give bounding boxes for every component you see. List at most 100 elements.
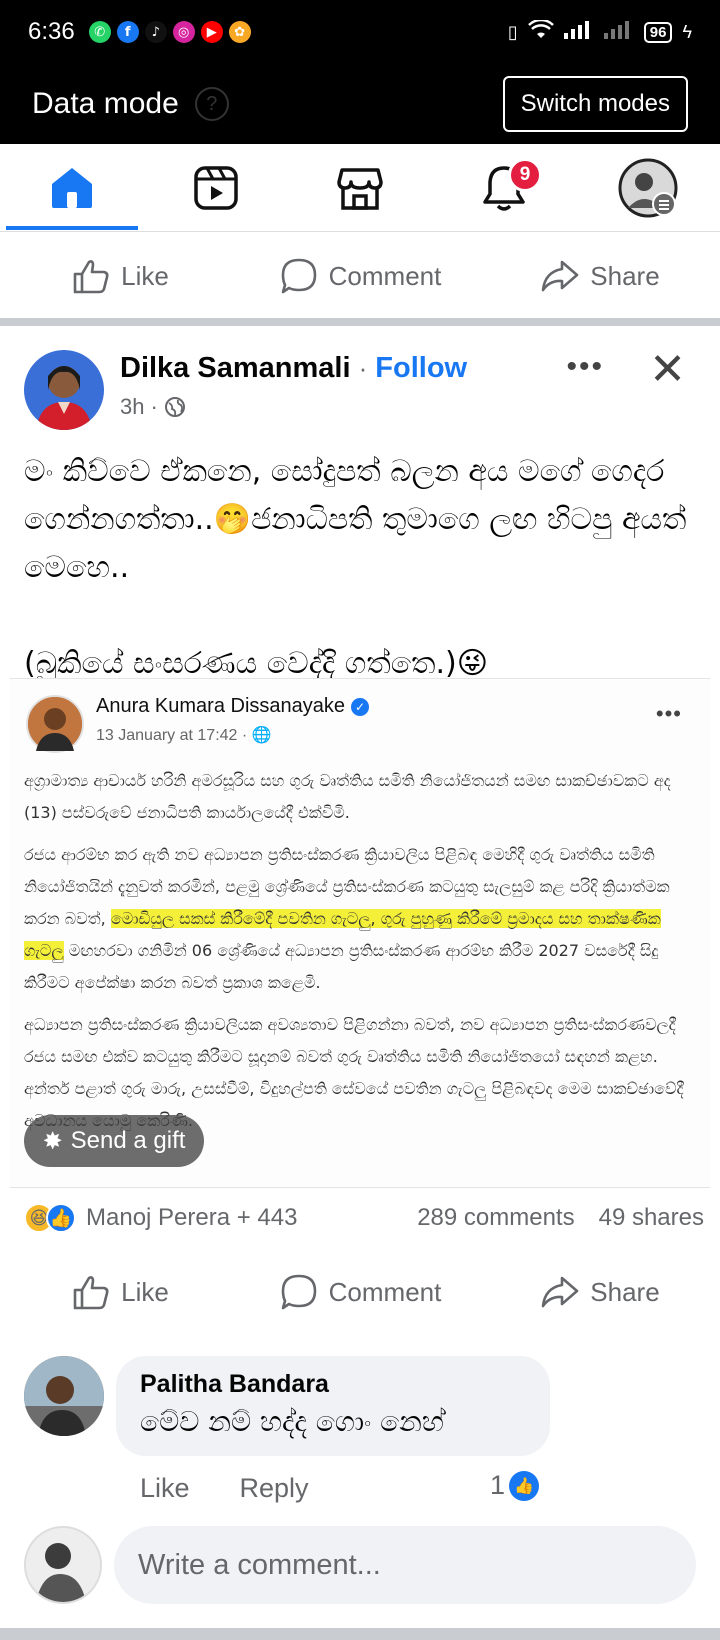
nav-profile-menu[interactable]	[618, 158, 678, 218]
share-icon	[541, 260, 579, 292]
share-button[interactable]: Share	[480, 1272, 720, 1312]
shared-more-icon: •••	[655, 701, 682, 726]
video-icon	[194, 166, 238, 210]
facebook-icon: f	[116, 21, 139, 43]
comment-actions: Like Reply	[140, 1466, 540, 1510]
post-body: මං කිව්වෙ ඒකනෙ, සෝදුපත් බලන අය මගේ ගෙදර …	[24, 448, 704, 688]
share-label: Share	[590, 260, 660, 291]
my-avatar	[24, 1526, 102, 1604]
signal-icon	[563, 20, 594, 44]
reaction-names: Manoj Perera + 443	[86, 1204, 298, 1231]
shared-post-body: අග්‍රාමාත්‍ය ආචාර්ය හරිනි අමරසූරිය සහ ගු…	[24, 765, 700, 1147]
thumbs-up-icon	[73, 260, 109, 294]
share-button-top[interactable]: Share	[480, 256, 720, 296]
comment-button-top[interactable]: Comment	[240, 256, 480, 296]
post-action-bar: Like Comment Share	[0, 1252, 720, 1332]
app-icon: ✿	[228, 21, 251, 43]
post-author-name[interactable]: Dilka Samanmali	[120, 352, 351, 384]
status-bar: 6:36 ✆ f ♪ ◎ ▶ ✿ ▯ 96 ϟ	[0, 0, 720, 64]
comment-like-count[interactable]: 1 👍	[490, 1470, 540, 1501]
notification-badge: 9	[508, 158, 542, 192]
signal-icon-2	[603, 20, 634, 44]
comment-label: Comment	[328, 1276, 442, 1307]
globe-icon	[164, 397, 185, 417]
instagram-icon: ◎	[172, 21, 195, 43]
comment-label: Comment	[328, 260, 442, 291]
share-icon	[541, 1276, 579, 1308]
charging-icon: ϟ	[682, 21, 692, 42]
close-icon[interactable]: ✕	[649, 344, 686, 395]
data-mode-bar: Data mode ? Switch modes	[0, 64, 720, 144]
switch-modes-button[interactable]: Switch modes	[502, 76, 688, 132]
shared-author-avatar	[26, 695, 84, 753]
shared-post-image[interactable]: Anura Kumara Dissanayake ✓ 13 January at…	[10, 678, 710, 1188]
vibrate-icon: ▯	[507, 21, 518, 42]
write-comment-input[interactable]	[114, 1526, 696, 1604]
comment-icon	[281, 1274, 316, 1310]
thumbs-up-icon: 👍	[509, 1470, 540, 1501]
meta-separator: ·	[150, 394, 158, 419]
feed-divider	[0, 318, 720, 326]
comment-like-button[interactable]: Like	[140, 1473, 190, 1504]
shared-post-time: 13 January at 17:42 ·	[96, 727, 252, 744]
help-icon[interactable]: ?	[194, 87, 229, 121]
send-gift-button[interactable]: ✸ Send a gift	[24, 1115, 204, 1167]
thumbs-up-icon	[73, 1276, 109, 1310]
post-stats: 289 comments 49 shares	[417, 1204, 704, 1232]
shared-para-2b: මඟහරවා ගනිමින් 06 ශ්‍රේණියේ අධ්‍යාපන ප්‍…	[24, 941, 659, 992]
author-avatar[interactable]	[24, 350, 104, 430]
nav-marketplace[interactable]	[330, 160, 390, 216]
shared-para-2: රජය ආරම්භ කර ඇති නව අධ්‍යාපන ප්‍රතිසංස්ක…	[24, 839, 700, 999]
commenter-avatar[interactable]	[24, 1356, 104, 1436]
whatsapp-icon: ✆	[88, 21, 111, 43]
share-label: Share	[590, 1276, 660, 1307]
send-gift-label: Send a gift	[70, 1127, 186, 1154]
follow-button[interactable]: Follow	[375, 352, 467, 384]
status-app-icons: ✆ f ♪ ◎ ▶ ✿	[88, 21, 251, 43]
bottom-divider	[0, 1628, 720, 1640]
shared-author-name: Anura Kumara Dissanayake	[96, 695, 346, 717]
wifi-icon	[527, 18, 554, 45]
profile-avatar	[618, 158, 678, 218]
battery-indicator: 96	[643, 21, 673, 43]
post-header: Dilka Samanmali · Follow 3h · ••• ✕	[24, 345, 704, 430]
shared-para-1: අග්‍රාමාත්‍ය ආචාර්ය හරිනි අමරසූරිය සහ ගු…	[24, 771, 671, 822]
shares-count[interactable]: 49 shares	[599, 1204, 704, 1232]
top-nav-bar: 9	[0, 144, 720, 232]
post-meta: 3h ·	[120, 394, 186, 420]
shared-author-line: Anura Kumara Dissanayake ✓	[96, 695, 370, 718]
comment-text: මේව නම් හද්ද ගොං නෙහ්	[140, 1405, 444, 1438]
comments-count[interactable]: 289 comments	[417, 1204, 574, 1232]
like-reaction-icon: 👍	[46, 1203, 76, 1233]
youtube-icon: ▶	[200, 21, 223, 43]
tiktok-icon: ♪	[144, 21, 167, 43]
like-button[interactable]: Like	[0, 1272, 240, 1312]
nav-notifications[interactable]: 9	[474, 158, 542, 216]
comment-like-number: 1	[490, 1470, 506, 1500]
like-button-top[interactable]: Like	[0, 256, 240, 296]
shared-globe-icon: 🌐	[251, 727, 272, 744]
post-time[interactable]: 3h	[120, 394, 144, 420]
marketplace-icon	[337, 168, 383, 210]
post-text-main: මං කිව්වෙ ඒකනෙ, සෝදුපත් බලන අය මගේ ගෙදර …	[24, 454, 687, 585]
comment-button[interactable]: Comment	[240, 1272, 480, 1312]
commenter-name[interactable]: Palitha Bandara	[140, 1370, 526, 1399]
more-options-icon[interactable]: •••	[566, 350, 604, 384]
nav-home[interactable]	[42, 160, 102, 216]
reactions-summary[interactable]: 😆 👍 Manoj Perera + 443 289 comments 49 s…	[24, 1196, 704, 1240]
comment-reply-button[interactable]: Reply	[240, 1473, 309, 1504]
like-label: Like	[121, 260, 169, 291]
verified-badge-icon: ✓	[351, 697, 370, 716]
like-label: Like	[121, 1276, 169, 1307]
comment-bubble: Palitha Bandara මේව නම් හද්ද ගොං නෙහ්	[116, 1356, 550, 1456]
shared-post-meta: 13 January at 17:42 · 🌐	[96, 725, 272, 745]
data-mode-title: Data mode	[32, 87, 179, 120]
nav-video[interactable]	[186, 160, 246, 216]
top-action-bar: Like Comment Share	[0, 236, 720, 316]
nav-active-indicator	[6, 226, 138, 230]
post-author-line: Dilka Samanmali · Follow	[120, 352, 467, 385]
home-icon	[52, 168, 92, 208]
gift-icon: ✸	[42, 1127, 63, 1155]
status-indicators: ▯ 96 ϟ	[507, 18, 692, 45]
comment-icon	[281, 258, 316, 294]
